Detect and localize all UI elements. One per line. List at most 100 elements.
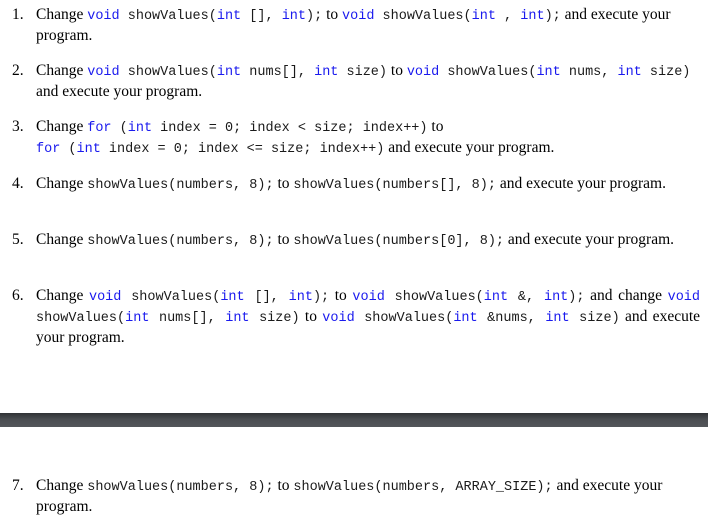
- code-keyword: int: [483, 290, 509, 305]
- code-snippet: size): [569, 311, 620, 326]
- code-snippet: &nums,: [477, 311, 546, 326]
- code-keyword: int: [225, 311, 250, 326]
- instruction-text: to: [273, 175, 294, 192]
- instruction-text: Change: [36, 6, 88, 23]
- code-keyword: void: [322, 311, 355, 326]
- instruction-text: Change: [36, 231, 88, 248]
- instruction-text: to: [273, 231, 294, 248]
- item-number: 5.: [12, 231, 24, 248]
- instruction-item: 5. Change showValues(numbers, 8); to sho…: [12, 230, 700, 251]
- code-keyword: int: [76, 142, 101, 157]
- code-keyword: int: [543, 290, 569, 305]
- code-snippet: (: [111, 121, 128, 136]
- code-snippet: nums[],: [241, 65, 315, 80]
- page-divider: [0, 413, 708, 427]
- instruction-item: 3. Change for (int index = 0; index < si…: [12, 117, 700, 159]
- instruction-text: and execute your program.: [36, 83, 203, 100]
- code-keyword: void: [667, 290, 700, 305]
- code-snippet: [],: [244, 290, 289, 305]
- code-keyword: int: [288, 290, 313, 305]
- code-keyword: int: [127, 121, 153, 136]
- item-text: Change void showValues(int nums[], int s…: [36, 61, 700, 101]
- code-snippet: ,: [495, 9, 521, 24]
- code-snippet: size): [641, 65, 691, 80]
- code-keyword: int: [125, 311, 150, 326]
- code-snippet: showValues(: [36, 311, 126, 326]
- instruction-text: and change: [584, 287, 668, 304]
- instruction-text: and execute your program.: [384, 139, 555, 156]
- item-text: Change void showValues(int [], int); to …: [36, 286, 700, 347]
- code-keyword: void: [342, 9, 375, 24]
- instruction-text: Change: [36, 62, 88, 79]
- code-keyword: void: [352, 290, 385, 305]
- code-snippet: (: [60, 142, 77, 157]
- item-text: Change for (int index = 0; index < size;…: [36, 117, 700, 159]
- code-keyword: int: [314, 65, 339, 80]
- code-keyword: int: [545, 311, 570, 326]
- instruction-item: 1. Change void showValues(int [], int); …: [12, 5, 700, 45]
- code-keyword: int: [216, 9, 242, 24]
- code-snippet: showValues(: [439, 65, 537, 80]
- code-snippet: index = 0; index < size; index++): [152, 121, 428, 136]
- item-number: 7.: [12, 477, 24, 494]
- item-text: Change showValues(numbers, 8); to showVa…: [36, 230, 700, 251]
- code-snippet: size): [249, 311, 300, 326]
- code-snippet: showValues(numbers, ARRAY_SIZE);: [293, 480, 553, 495]
- code-keyword: int: [453, 311, 478, 326]
- code-snippet: );: [306, 9, 323, 24]
- instruction-item: 4. Change showValues(numbers, 8); to sho…: [12, 174, 700, 195]
- instruction-text: Change: [36, 477, 88, 494]
- code-keyword: int: [617, 65, 642, 80]
- item-number: 3.: [12, 118, 24, 135]
- instruction-item: 7. Change showValues(numbers, 8); to sho…: [12, 476, 700, 516]
- code-keyword: void: [87, 9, 120, 24]
- instruction-text: to: [427, 118, 444, 135]
- code-snippet: showValues(numbers[], 8);: [293, 178, 496, 193]
- code-snippet: size): [338, 65, 388, 80]
- code-snippet: showValues(: [354, 311, 454, 326]
- item-number: 1.: [12, 6, 24, 23]
- code-keyword: int: [520, 9, 545, 24]
- code-snippet: showValues(: [374, 9, 472, 24]
- instruction-text: to: [322, 6, 343, 23]
- instruction-text: to: [329, 287, 353, 304]
- code-keyword: void: [88, 290, 122, 305]
- code-keyword: int: [281, 9, 306, 24]
- code-keyword: int: [216, 65, 242, 80]
- instruction-text: to: [299, 308, 323, 325]
- code-keyword: int: [536, 65, 561, 80]
- instruction-text: to: [273, 477, 294, 494]
- item-text: Change showValues(numbers, 8); to showVa…: [36, 476, 700, 516]
- code-snippet: );: [312, 290, 330, 305]
- code-snippet: showValues(numbers, 8);: [87, 234, 274, 249]
- instruction-item: 2. Change void showValues(int nums[], in…: [12, 61, 700, 101]
- code-snippet: showValues(: [119, 9, 217, 24]
- item-number: 2.: [12, 62, 24, 79]
- code-snippet: nums[],: [149, 311, 226, 326]
- code-snippet: showValues(numbers, 8);: [87, 480, 274, 495]
- code-snippet: showValues(numbers[0], 8);: [293, 234, 505, 249]
- instruction-text: Change: [36, 118, 88, 135]
- code-keyword: for: [87, 121, 112, 136]
- instruction-item: 6. Change void showValues(int [], int); …: [12, 286, 700, 347]
- code-keyword: for: [36, 142, 61, 157]
- code-snippet: nums,: [560, 65, 618, 80]
- code-keyword: int: [471, 9, 496, 24]
- code-snippet: &,: [508, 290, 544, 305]
- code-snippet: [],: [241, 9, 282, 24]
- code-snippet: showValues(: [121, 290, 221, 305]
- item-text: Change showValues(numbers, 8); to showVa…: [36, 174, 700, 195]
- instruction-text: Change: [36, 175, 88, 192]
- code-snippet: showValues(: [119, 65, 217, 80]
- instruction-text: to: [387, 62, 407, 79]
- item-text: Change void showValues(int [], int); to …: [36, 5, 700, 45]
- code-snippet: showValues(: [384, 290, 484, 305]
- code-snippet: );: [568, 290, 585, 305]
- code-keyword: void: [87, 65, 120, 80]
- item-number: 6.: [12, 287, 24, 304]
- instruction-text: and execute your program.: [504, 231, 675, 248]
- instruction-text: Change: [36, 287, 89, 304]
- code-keyword: int: [220, 290, 245, 305]
- code-keyword: void: [406, 65, 440, 80]
- instruction-text: and execute your program.: [495, 175, 666, 192]
